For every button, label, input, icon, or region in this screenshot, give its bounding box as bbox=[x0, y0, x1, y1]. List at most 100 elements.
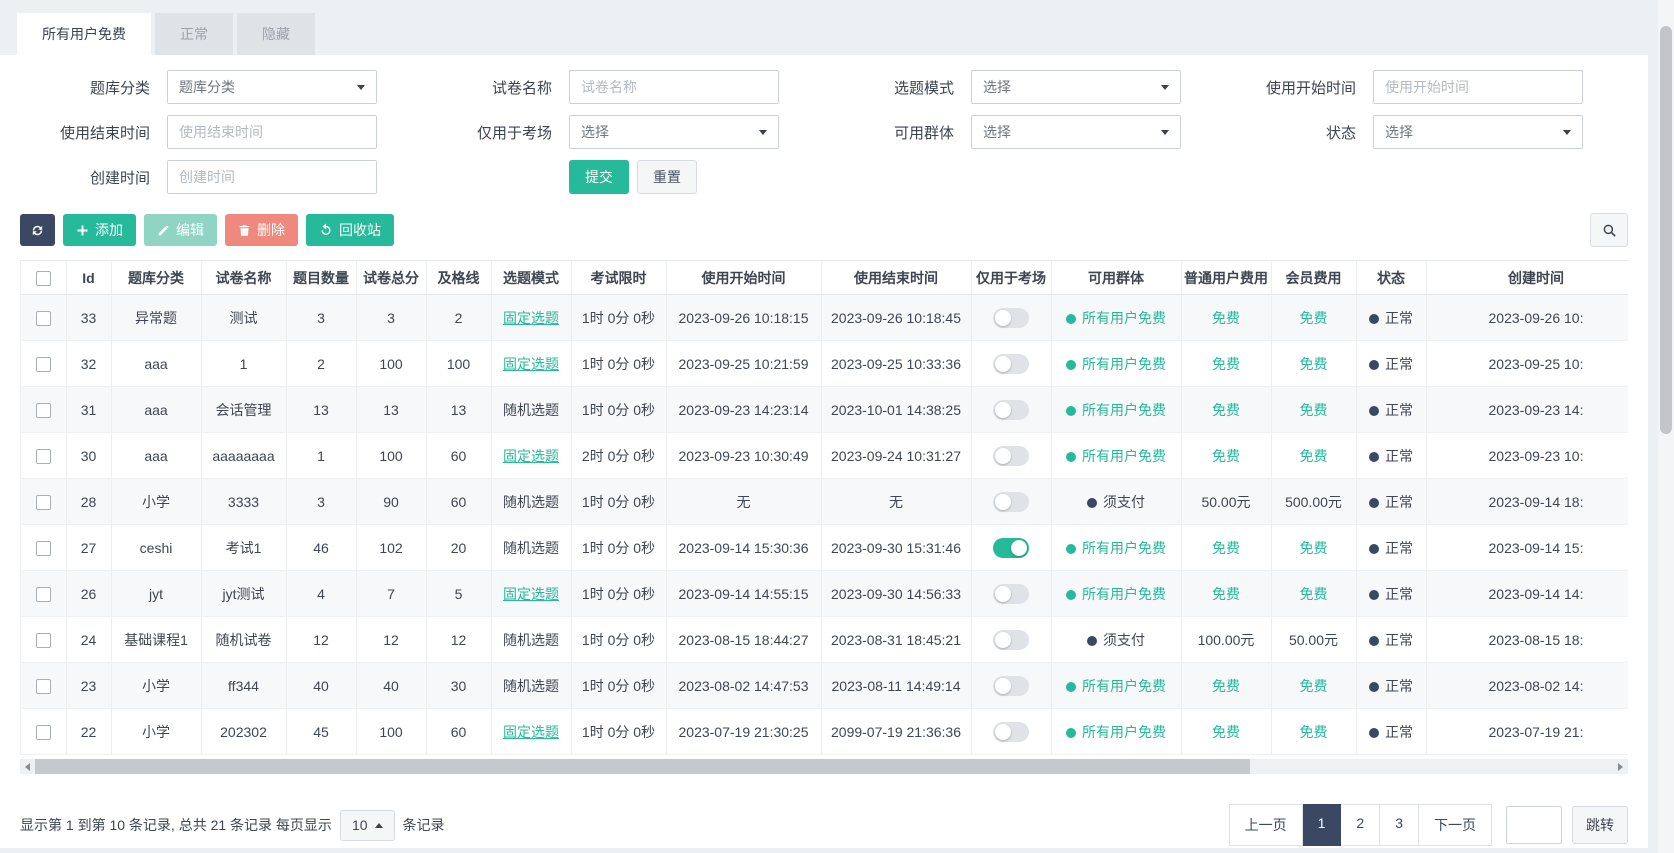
cell-id: 23 bbox=[66, 663, 111, 709]
cell-group: 须支付 bbox=[1051, 479, 1181, 525]
exam-only-toggle[interactable] bbox=[993, 630, 1029, 650]
member-fee-text: 500.00元 bbox=[1285, 494, 1342, 510]
recycle-bin-button[interactable]: 回收站 bbox=[306, 214, 394, 246]
row-checkbox[interactable] bbox=[36, 403, 51, 418]
cell-group: 所有用户免费 bbox=[1051, 341, 1181, 387]
scroll-right-arrow-icon[interactable] bbox=[1613, 759, 1628, 774]
cell-status: 正常 bbox=[1356, 525, 1426, 571]
row-checkbox[interactable] bbox=[36, 541, 51, 556]
cell-start-time: 2023-09-26 10:18:15 bbox=[666, 295, 821, 341]
cell-exam-only bbox=[971, 295, 1051, 341]
cell-pass-line: 100 bbox=[426, 341, 491, 387]
column-header-5: 试卷总分 bbox=[356, 261, 426, 295]
exam-only-toggle[interactable] bbox=[993, 538, 1029, 558]
exam-only-toggle[interactable] bbox=[993, 400, 1029, 420]
page-button-2[interactable]: 2 bbox=[1341, 804, 1380, 846]
row-checkbox[interactable] bbox=[36, 679, 51, 694]
jump-page-input[interactable] bbox=[1506, 806, 1562, 844]
cell-selection-mode: 固定选题 bbox=[491, 295, 571, 341]
filter-input[interactable] bbox=[1373, 70, 1583, 104]
row-checkbox[interactable] bbox=[36, 587, 51, 602]
filter-input[interactable] bbox=[167, 160, 377, 194]
filter-input[interactable] bbox=[167, 115, 377, 149]
column-header-9: 使用开始时间 bbox=[666, 261, 821, 295]
filter-select[interactable]: 选择 bbox=[569, 115, 779, 149]
prev-page-button[interactable]: 上一页 bbox=[1229, 804, 1303, 846]
filter-label: 状态 bbox=[1226, 122, 1356, 143]
v-scroll-thumb[interactable] bbox=[1660, 26, 1672, 434]
cell-time-limit: 1时 0分 0秒 bbox=[571, 479, 666, 525]
selection-mode-text[interactable]: 固定选题 bbox=[503, 356, 559, 372]
row-checkbox[interactable] bbox=[36, 449, 51, 464]
row-checkbox[interactable] bbox=[36, 495, 51, 510]
exam-only-toggle[interactable] bbox=[993, 722, 1029, 742]
jump-button[interactable]: 跳转 bbox=[1572, 806, 1628, 844]
exam-only-toggle[interactable] bbox=[993, 492, 1029, 512]
cell-time-limit: 2时 0分 0秒 bbox=[571, 433, 666, 479]
select-all-checkbox[interactable] bbox=[36, 271, 51, 286]
delete-button[interactable]: 删除 bbox=[225, 214, 298, 246]
cell-time-limit: 1时 0分 0秒 bbox=[571, 617, 666, 663]
tab-2[interactable]: 正常 bbox=[155, 13, 233, 55]
filter-select[interactable]: 题库分类 bbox=[167, 70, 377, 104]
column-header-11: 仅用于考场 bbox=[971, 261, 1051, 295]
h-scroll-thumb[interactable] bbox=[35, 759, 1250, 774]
column-header-1: Id bbox=[66, 261, 111, 295]
filter-select[interactable]: 选择 bbox=[1373, 115, 1583, 149]
status-text: 正常 bbox=[1385, 494, 1413, 510]
vertical-scrollbar[interactable] bbox=[1658, 0, 1674, 853]
filter-select[interactable]: 选择 bbox=[971, 115, 1181, 149]
selection-mode-text[interactable]: 固定选题 bbox=[503, 724, 559, 740]
page-size-dropdown[interactable]: 10 bbox=[340, 810, 395, 841]
horizontal-scrollbar[interactable] bbox=[20, 759, 1628, 774]
exam-only-toggle[interactable] bbox=[993, 676, 1029, 696]
filter-select[interactable]: 选择 bbox=[971, 70, 1181, 104]
refresh-button[interactable] bbox=[20, 214, 55, 246]
cell-pass-line: 20 bbox=[426, 525, 491, 571]
reset-button[interactable]: 重置 bbox=[637, 160, 697, 194]
exam-only-toggle[interactable] bbox=[993, 446, 1029, 466]
exam-only-toggle[interactable] bbox=[993, 584, 1029, 604]
table-header-row: Id题库分类试卷名称题目数量试卷总分及格线选题模式考试限时使用开始时间使用结束时… bbox=[21, 261, 1628, 295]
cell-group: 须支付 bbox=[1051, 617, 1181, 663]
selection-mode-text[interactable]: 固定选题 bbox=[503, 586, 559, 602]
cell-selection-mode: 固定选题 bbox=[491, 341, 571, 387]
cell-start-time: 2023-09-14 15:30:36 bbox=[666, 525, 821, 571]
edit-button[interactable]: 编辑 bbox=[144, 214, 217, 246]
group-status-dot bbox=[1066, 452, 1076, 462]
member-fee-text: 免费 bbox=[1300, 586, 1328, 602]
row-checkbox[interactable] bbox=[36, 311, 51, 326]
tab-3[interactable]: 隐藏 bbox=[237, 13, 315, 55]
row-checkbox[interactable] bbox=[36, 725, 51, 740]
filter-field-7: 可用群体选择 bbox=[824, 115, 1226, 149]
page-button-3[interactable]: 3 bbox=[1380, 804, 1419, 846]
cell-id: 27 bbox=[66, 525, 111, 571]
row-checkbox-cell bbox=[21, 479, 66, 525]
row-checkbox[interactable] bbox=[36, 357, 51, 372]
column-header-7: 选题模式 bbox=[491, 261, 571, 295]
cell-end-time: 2023-09-26 10:18:45 bbox=[821, 295, 971, 341]
row-checkbox[interactable] bbox=[36, 633, 51, 648]
cell-id: 33 bbox=[66, 295, 111, 341]
cell-status: 正常 bbox=[1356, 663, 1426, 709]
filter-field-4: 使用开始时间 bbox=[1226, 70, 1628, 104]
submit-button[interactable]: 提交 bbox=[569, 160, 629, 194]
search-button[interactable] bbox=[1590, 213, 1628, 247]
tab-1[interactable]: 所有用户免费 bbox=[17, 13, 151, 55]
filter-label: 试卷名称 bbox=[422, 77, 552, 98]
scroll-left-arrow-icon[interactable] bbox=[20, 759, 35, 774]
next-page-button[interactable]: 下一页 bbox=[1419, 804, 1492, 846]
add-button[interactable]: 添加 bbox=[63, 214, 136, 246]
exam-only-toggle[interactable] bbox=[993, 354, 1029, 374]
selection-mode-text[interactable]: 固定选题 bbox=[503, 448, 559, 464]
exam-only-toggle[interactable] bbox=[993, 308, 1029, 328]
selection-mode-text[interactable]: 固定选题 bbox=[503, 310, 559, 326]
cell-paper-name: aaaaaaaa bbox=[201, 433, 286, 479]
filter-input[interactable] bbox=[569, 70, 779, 104]
user-fee-text: 免费 bbox=[1212, 724, 1240, 740]
group-text: 所有用户免费 bbox=[1082, 310, 1166, 326]
cell-selection-mode: 随机选题 bbox=[491, 387, 571, 433]
cell-status: 正常 bbox=[1356, 341, 1426, 387]
add-button-label: 添加 bbox=[95, 220, 123, 240]
page-button-1[interactable]: 1 bbox=[1303, 804, 1342, 846]
